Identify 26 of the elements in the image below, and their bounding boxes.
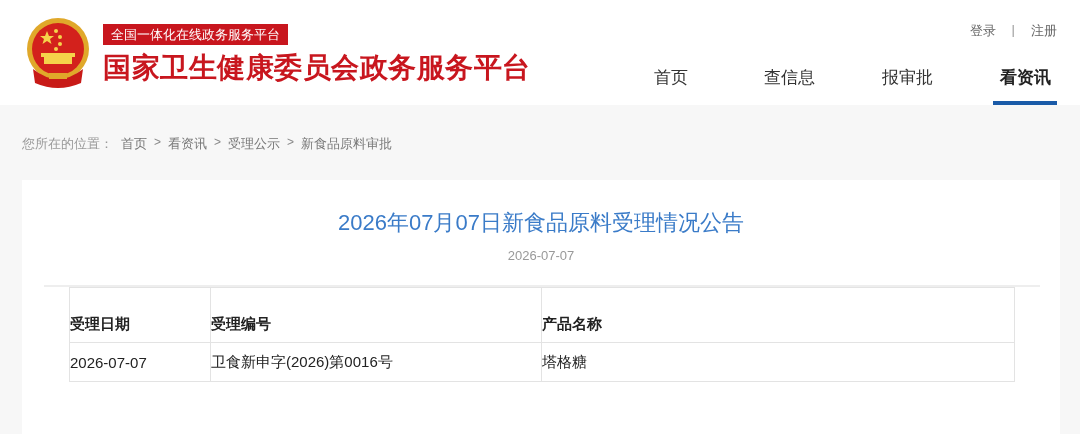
breadcrumb-separator: > [154, 135, 161, 151]
auth-link[interactable]: 登录 [969, 22, 996, 40]
breadcrumb-separator: > [287, 135, 295, 151]
breadcrumb-link[interactable]: 看资讯 [168, 135, 207, 165]
column-header: 产品名称 [541, 287, 1015, 343]
breadcrumb-link[interactable]: 首页 [121, 135, 147, 165]
column-header: 受理日期 [69, 287, 211, 343]
breadcrumb-link[interactable]: 新食品原料审批 [301, 135, 393, 165]
column-header: 受理编号 [210, 287, 542, 343]
site-title: 国家卫生健康委员会政务服务平台 [103, 51, 531, 85]
nav-tab[interactable]: 查信息 [757, 58, 821, 105]
emblem-icon [25, 16, 91, 89]
auth-link[interactable]: 注册 [1031, 22, 1057, 40]
table-cell: 卫食新申字(2026)第0016号 [210, 342, 542, 382]
nav-tab[interactable]: 看资讯 [993, 58, 1057, 105]
nav-tab[interactable]: 首页 [639, 58, 703, 105]
platform-tag: 全国一体化在线政务服务平台 [103, 24, 288, 45]
breadcrumb-separator: > [214, 135, 222, 151]
nav-tab[interactable]: 报审批 [875, 58, 939, 105]
separator: | [1011, 22, 1015, 39]
breadcrumb-link[interactable]: 受理公示 [228, 135, 281, 165]
breadcrumb-label: 您所在的位置： [22, 135, 113, 153]
table-cell: 塔格糖 [541, 342, 1015, 382]
article-date: 2026-07-07 [506, 248, 576, 263]
article-title: 2026年07月07日新食品原料受理情况公告 [337, 209, 745, 237]
table-cell: 2026-07-07 [69, 342, 211, 382]
